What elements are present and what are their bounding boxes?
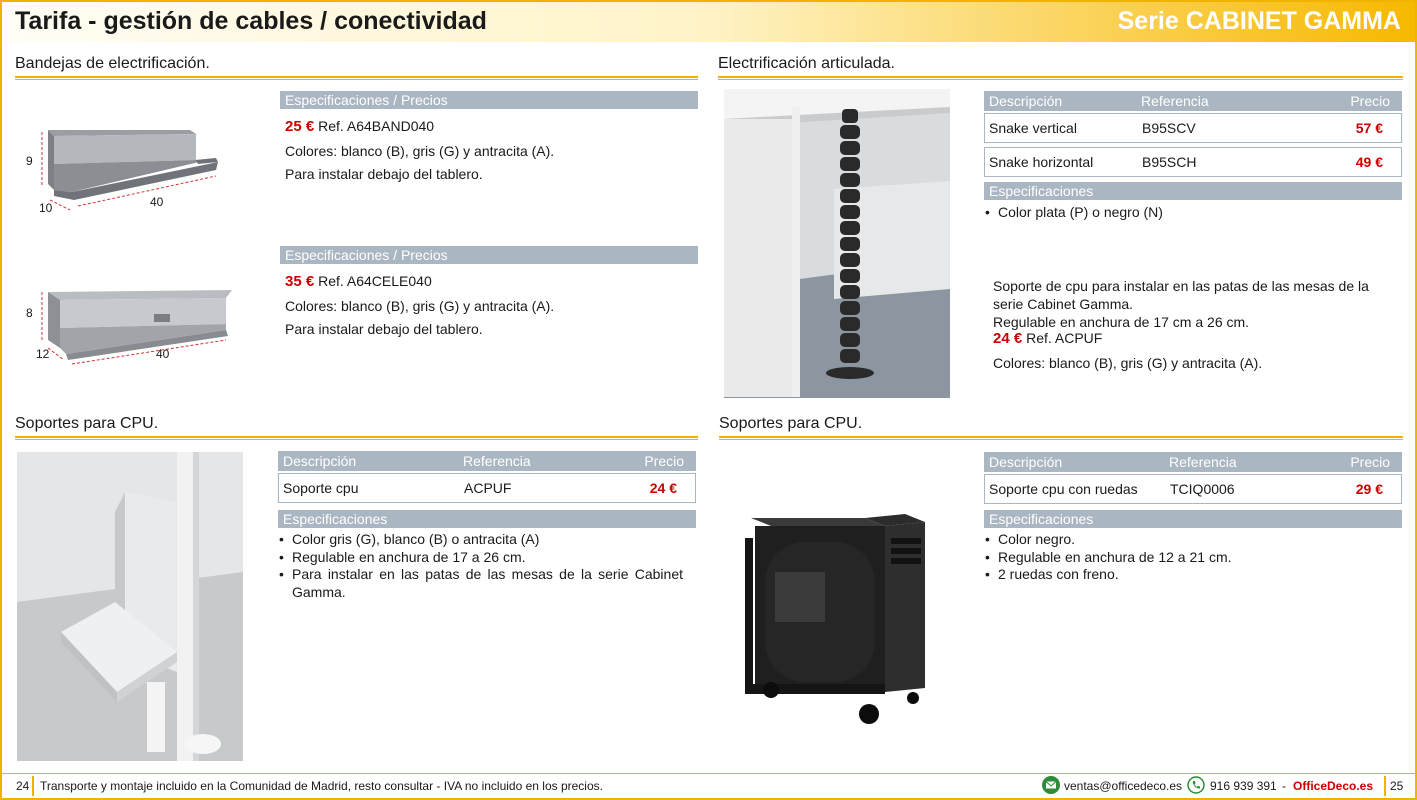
section-rule-bandejas — [15, 76, 698, 80]
soporte-left-bullet: Color gris (G), blanco (B) o antracita (… — [279, 531, 683, 549]
soporte-left-bullets: Color gris (G), blanco (B) o antracita (… — [279, 531, 683, 601]
footer-email[interactable]: ventas@officedeco.es — [1064, 779, 1182, 793]
soporte-left-row-price: 24 € — [649, 480, 677, 496]
soporte-right-bullet: Color negro. — [985, 531, 1395, 549]
articulada-table-header: Descripción Referencia Precio — [984, 91, 1402, 111]
footer-note: Transporte y montaje incluido en la Comu… — [40, 779, 603, 793]
tray-1-spec-header: Especificaciones / Precios — [280, 91, 698, 109]
cpu-holder-illustration — [17, 452, 243, 761]
footer-page-right: 25 — [1390, 779, 1404, 793]
footer-page-left: 24 — [16, 779, 30, 793]
tray-2-price: 35 € — [285, 273, 315, 290]
section-rule-soporte-right — [719, 436, 1403, 440]
page-title: Tarifa - gestión de cables / conectivida… — [15, 7, 487, 35]
tray-1-dim-w: 10 — [39, 201, 53, 215]
soporte-right-row: Soporte cpu con ruedas TCIQ0006 29 € — [984, 474, 1402, 504]
soporte-left-row: Soporte cpu ACPUF 24 € — [278, 473, 696, 503]
section-title-soporte-right: Soportes para CPU. — [719, 415, 863, 432]
cpu-note-price: 24 € — [993, 330, 1023, 347]
footer-brand[interactable]: OfficeDeco.es — [1293, 779, 1373, 793]
section-rule-soporte-left — [15, 436, 698, 440]
tray-1-price: 25 € — [285, 118, 315, 135]
tray-2-install: Para instalar debajo del tablero. — [285, 321, 483, 337]
tray-1-colors: Colores: blanco (B), gris (G) y antracit… — [285, 143, 555, 159]
tray-1-dim-h: 9 — [26, 154, 33, 168]
cable-tray-1-image: 9 10 40 — [26, 130, 218, 215]
articulada-row-2-ref: B95SCH — [1142, 154, 1197, 170]
soporte-left-th-desc: Descripción — [283, 453, 357, 469]
cpu-note-price-line: 24 € Ref. ACPUF — [993, 330, 1102, 347]
section-rule-articulada — [718, 76, 1403, 80]
series-title: Serie CABINET GAMMA — [1117, 7, 1401, 35]
footer-dash: - — [1282, 779, 1286, 793]
soporte-right-row-desc: Soporte cpu con ruedas — [989, 481, 1138, 497]
section-title-soporte-left: Soportes para CPU. — [15, 415, 159, 432]
soporte-left-bullet: Para instalar en las patas de las mesas … — [279, 566, 683, 584]
email-icon — [1042, 776, 1060, 794]
cpu-note-ref: Ref. ACPUF — [1026, 330, 1103, 346]
tray-1-ref: Ref. A64BAND040 — [318, 118, 435, 134]
soporte-right-bullet: Regulable en anchura de 12 a 21 cm. — [985, 549, 1395, 567]
footer-separator-left — [32, 776, 34, 796]
section-title-bandejas: Bandejas de electrificación. — [15, 55, 210, 72]
soporte-right-bullet: 2 ruedas con freno. — [985, 566, 1395, 584]
articulada-row-1-price: 57 € — [1355, 120, 1383, 136]
tray-1-dim-l: 40 — [150, 195, 164, 209]
soporte-left-row-desc: Soporte cpu — [283, 480, 359, 496]
soporte-left-spec-header: Especificaciones — [278, 510, 696, 528]
articulada-row-1-desc: Snake vertical — [989, 120, 1077, 136]
snake-illustration — [724, 89, 950, 398]
soporte-right-row-price: 29 € — [1355, 481, 1383, 497]
articulada-spec-header: Especificaciones — [984, 182, 1402, 200]
soporte-left-th-ref: Referencia — [463, 453, 531, 469]
footer-separator-right — [1384, 776, 1386, 796]
articulada-row-2-desc: Snake horizontal — [989, 154, 1094, 170]
footer-rule — [2, 773, 1415, 774]
articulada-row-1-ref: B95SCV — [1142, 120, 1196, 136]
tray-2-dim-h: 8 — [26, 306, 33, 320]
articulada-row-1: Snake vertical B95SCV 57 € — [984, 113, 1402, 143]
articulada-row-2: Snake horizontal B95SCH 49 € — [984, 147, 1402, 177]
cpu-holder-photo — [17, 452, 243, 761]
soporte-right-row-ref: TCIQ0006 — [1170, 481, 1235, 497]
tray-2-ref: Ref. A64CELE040 — [318, 273, 432, 289]
tray-2-colors: Colores: blanco (B), gris (G) y antracit… — [285, 298, 555, 314]
tray-2-spec-header: Especificaciones / Precios — [280, 246, 698, 264]
cpu-note-line-3: Regulable en anchura de 17 cm a 26 cm. — [993, 314, 1250, 330]
tray-2-price-line: 35 € Ref. A64CELE040 — [285, 273, 432, 290]
soporte-right-bullets: Color negro. Regulable en anchura de 12 … — [985, 531, 1395, 584]
soporte-left-bullet-continuation: Gamma. — [292, 583, 346, 600]
tray-2-dim-w: 12 — [36, 347, 50, 361]
soporte-left-th-price: Precio — [644, 453, 684, 469]
tray-1-install: Para instalar debajo del tablero. — [285, 166, 483, 182]
page-header: Tarifa - gestión de cables / conectivida… — [2, 2, 1415, 42]
phone-icon — [1187, 776, 1205, 794]
articulada-th-price: Precio — [1350, 93, 1390, 109]
articulada-bullets: Color plata (P) o negro (N) — [985, 204, 1395, 222]
soporte-right-spec-header: Especificaciones — [984, 510, 1402, 528]
articulada-row-2-price: 49 € — [1355, 154, 1383, 170]
soporte-right-th-price: Precio — [1350, 454, 1390, 470]
articulada-th-desc: Descripción — [989, 93, 1063, 109]
soporte-right-th-ref: Referencia — [1169, 454, 1237, 470]
soporte-left-row-ref: ACPUF — [464, 480, 512, 496]
soporte-left-bullet: Regulable en anchura de 17 a 26 cm. — [279, 549, 683, 567]
cpu-note-line-2: serie Cabinet Gamma. — [993, 296, 1134, 312]
cpu-note-line-1: Soporte de cpu para instalar en las pata… — [993, 278, 1369, 294]
section-title-articulada: Electrificación articulada. — [718, 55, 895, 72]
articulada-th-ref: Referencia — [1141, 93, 1209, 109]
cpu-cart-image — [745, 514, 925, 724]
tray-1-price-line: 25 € Ref. A64BAND040 — [285, 118, 434, 135]
soporte-right-table-header: Descripción Referencia Precio — [984, 452, 1402, 472]
snake-photo — [724, 89, 950, 398]
cable-tray-2-image: 8 12 40 — [26, 290, 232, 365]
tray-2-dim-l: 40 — [156, 347, 170, 361]
soporte-right-th-desc: Descripción — [989, 454, 1063, 470]
articulada-bullet: Color plata (P) o negro (N) — [985, 204, 1395, 222]
cpu-note-colors: Colores: blanco (B), gris (G) y antracit… — [993, 355, 1263, 371]
footer-phone[interactable]: 916 939 391 — [1210, 779, 1277, 793]
soporte-left-table-header: Descripción Referencia Precio — [278, 451, 696, 471]
